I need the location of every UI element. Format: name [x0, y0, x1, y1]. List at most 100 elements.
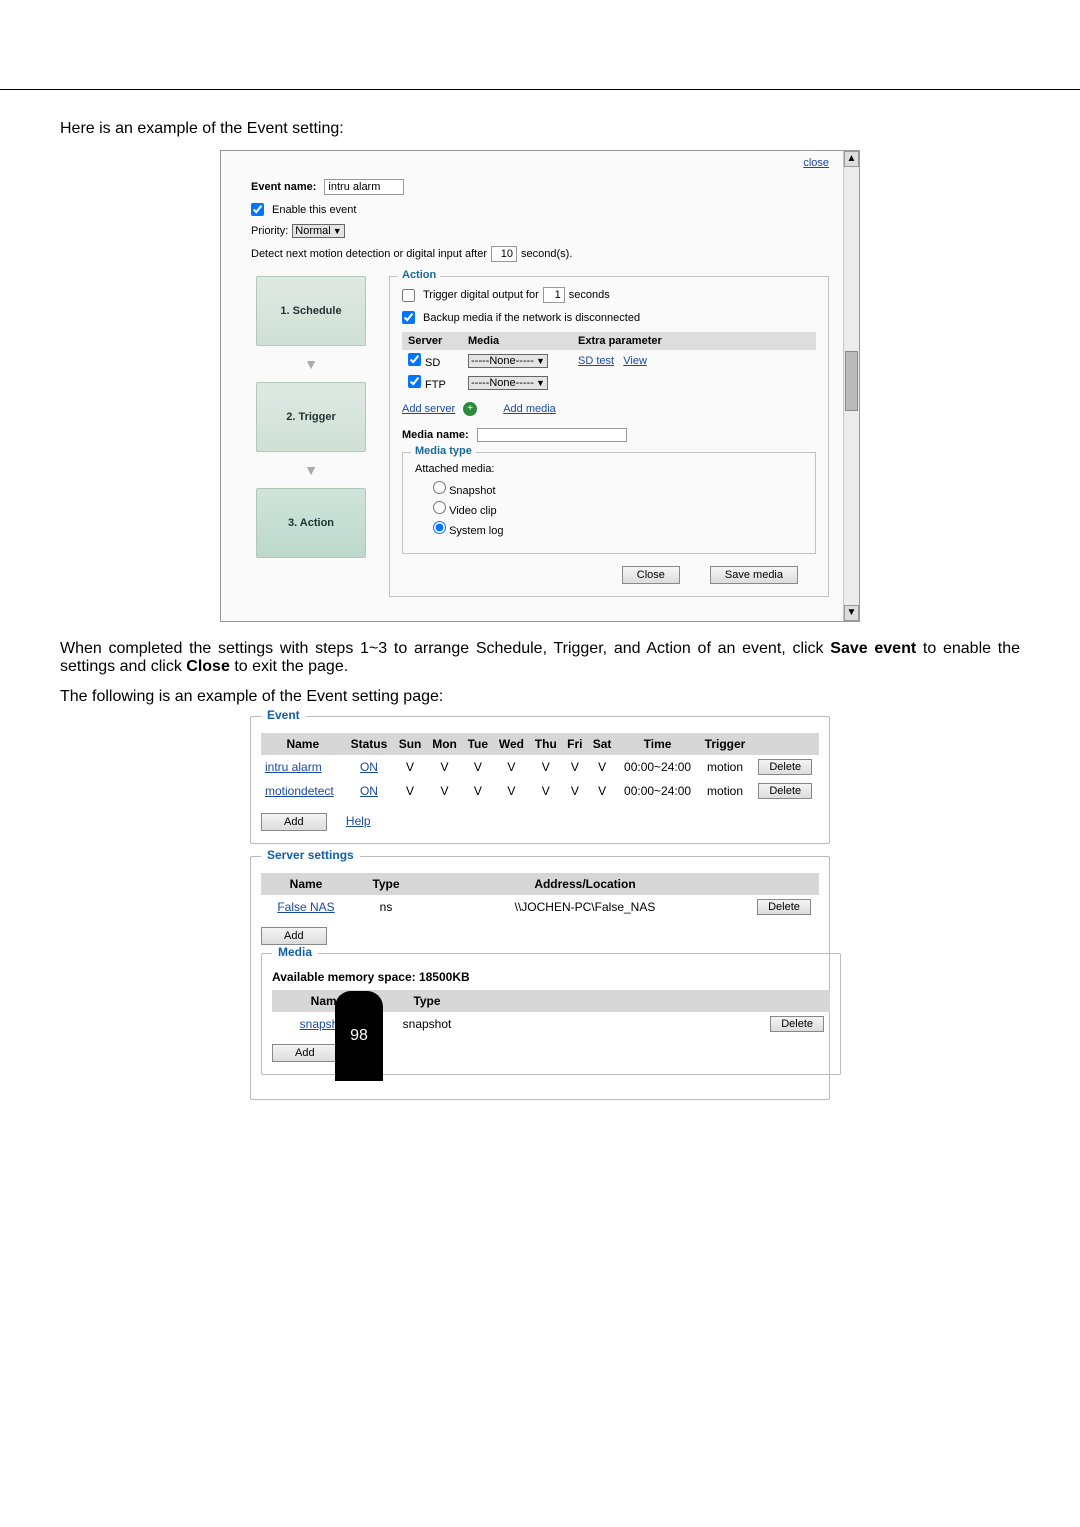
scroll-up-arrow-icon[interactable]: ▲ [844, 151, 859, 167]
trigger-do-field[interactable]: 1 [543, 287, 565, 303]
media-hdr-type: Type [382, 990, 472, 1012]
server-legend: Server settings [261, 848, 360, 862]
arrow-down-icon-2: ▼ [304, 462, 318, 478]
srv-hdr-name: Name [261, 873, 351, 895]
detect-label-after: second(s). [521, 248, 572, 260]
system-log-radio-row[interactable]: System log [433, 521, 803, 537]
add-media-link[interactable]: Add media [503, 403, 556, 415]
save-media-button[interactable]: Save media [710, 566, 798, 584]
media-delete-button[interactable]: Delete [770, 1016, 824, 1032]
event-day-0-4: V [529, 755, 562, 779]
event-delete-button-1[interactable]: Delete [758, 783, 812, 799]
event-hdr-1: Status [345, 733, 394, 755]
trigger-do-after: seconds [569, 289, 610, 301]
sd-test-link[interactable]: SD test [578, 355, 614, 367]
event-day-1-4: V [529, 779, 562, 803]
event-name-1[interactable]: motiondetect [261, 779, 345, 803]
event-hdr-3: Mon [427, 733, 463, 755]
media-type-fieldset: Media type Attached media: Snapshot Vide… [402, 452, 816, 554]
scroll-down-arrow-icon[interactable]: ▼ [844, 605, 859, 621]
server-addr-cell: \\JOCHEN-PC\False_NAS [421, 895, 749, 919]
ftp-checkbox[interactable] [408, 375, 421, 388]
system-log-radio[interactable] [433, 521, 446, 534]
sd-media-select[interactable]: -----None----- ▼ [468, 354, 548, 368]
event-setting-screenshot: close ▲ ▼ Event name: intru alarm Enable… [220, 150, 860, 622]
server-name-link[interactable]: False NAS [277, 900, 334, 914]
srv-hdr-addr: Address/Location [421, 873, 749, 895]
scroll-thumb[interactable] [845, 351, 858, 411]
close-bold: Close [186, 658, 230, 675]
event-group: Event NameStatusSunMonTueWedThuFriSatTim… [250, 716, 830, 844]
backup-checkbox[interactable] [402, 311, 415, 324]
snapshot-radio-row[interactable]: Snapshot [433, 481, 803, 497]
event-status-1[interactable]: ON [345, 779, 394, 803]
event-hdr-10: Trigger [698, 733, 751, 755]
event-day-1-0: V [393, 779, 426, 803]
example-label: The following is an example of the Event… [60, 688, 1020, 706]
event-day-1-3: V [493, 779, 529, 803]
media-name-field[interactable] [477, 428, 627, 442]
event-help-link[interactable]: Help [346, 814, 371, 828]
event-day-1-6: V [588, 779, 617, 803]
server-add-button[interactable]: Add [261, 927, 327, 945]
event-del-1: Delete [752, 779, 819, 803]
event-trigger-1: motion [698, 779, 751, 803]
hdr-server: Server [402, 332, 462, 350]
enable-event-label: Enable this event [272, 204, 356, 216]
event-day-1-2: V [462, 779, 493, 803]
event-name-field[interactable]: intru alarm [324, 179, 404, 195]
event-del-0: Delete [752, 755, 819, 779]
detect-label-before: Detect next motion detection or digital … [251, 248, 487, 260]
event-name-label: Event name: [251, 181, 316, 193]
srv-hdr-blank [749, 873, 819, 895]
sd-checkbox[interactable] [408, 353, 421, 366]
detect-interval-field[interactable]: 10 [491, 246, 517, 262]
plus-icon: + [463, 402, 477, 416]
video-clip-radio[interactable] [433, 501, 446, 514]
trigger-do-checkbox[interactable] [402, 289, 415, 302]
para1-part1: When completed the settings with steps 1… [60, 640, 824, 657]
add-server-link[interactable]: Add server [402, 403, 455, 415]
close-button[interactable]: Close [622, 566, 680, 584]
ftp-media-value: -----None----- [471, 377, 534, 389]
event-hdr-6: Thu [529, 733, 562, 755]
hdr-extra: Extra parameter [572, 332, 816, 350]
ftp-media-select[interactable]: -----None----- ▼ [468, 376, 548, 390]
close-link[interactable]: close [803, 157, 829, 169]
server-delete-button[interactable]: Delete [757, 899, 811, 915]
event-add-button[interactable]: Add [261, 813, 327, 831]
snapshot-radio[interactable] [433, 481, 446, 494]
srv-hdr-type: Type [351, 873, 421, 895]
event-day-0-1: V [427, 755, 463, 779]
event-hdr-0: Name [261, 733, 345, 755]
event-delete-button-0[interactable]: Delete [758, 759, 812, 775]
attached-label: Attached media: [415, 463, 803, 475]
event-status-0[interactable]: ON [345, 755, 394, 779]
event-trigger-0: motion [698, 755, 751, 779]
server-settings-group: Server settings Name Type Address/Locati… [250, 856, 830, 1100]
media-add-button[interactable]: Add [272, 1044, 338, 1062]
event-day-1-1: V [427, 779, 463, 803]
server-type-cell: ns [351, 895, 421, 919]
wizard-step-action[interactable]: 3. Action [256, 488, 366, 558]
enable-event-checkbox[interactable] [251, 203, 264, 216]
sd-media-value: -----None----- [471, 355, 534, 367]
priority-value: Normal [295, 225, 330, 237]
media-name-label: Media name: [402, 429, 469, 441]
event-name-0[interactable]: intru alarm [261, 755, 345, 779]
view-link[interactable]: View [623, 355, 647, 367]
page-number-tab: 98 [335, 991, 383, 1081]
chevron-down-icon: ▼ [536, 356, 545, 366]
wizard-step-trigger[interactable]: 2. Trigger [256, 382, 366, 452]
event-hdr-4: Tue [462, 733, 493, 755]
vertical-scrollbar[interactable]: ▲ ▼ [843, 151, 859, 621]
priority-select[interactable]: Normal ▼ [292, 224, 344, 238]
media-hdr-blank [472, 990, 830, 1012]
memory-space-label: Available memory space: 18500KB [272, 970, 830, 984]
video-clip-radio-row[interactable]: Video clip [433, 501, 803, 517]
sd-label: SD [425, 357, 440, 369]
save-event-bold: Save event [830, 640, 916, 657]
event-legend: Event [261, 708, 306, 722]
event-day-0-0: V [393, 755, 426, 779]
wizard-step-schedule[interactable]: 1. Schedule [256, 276, 366, 346]
